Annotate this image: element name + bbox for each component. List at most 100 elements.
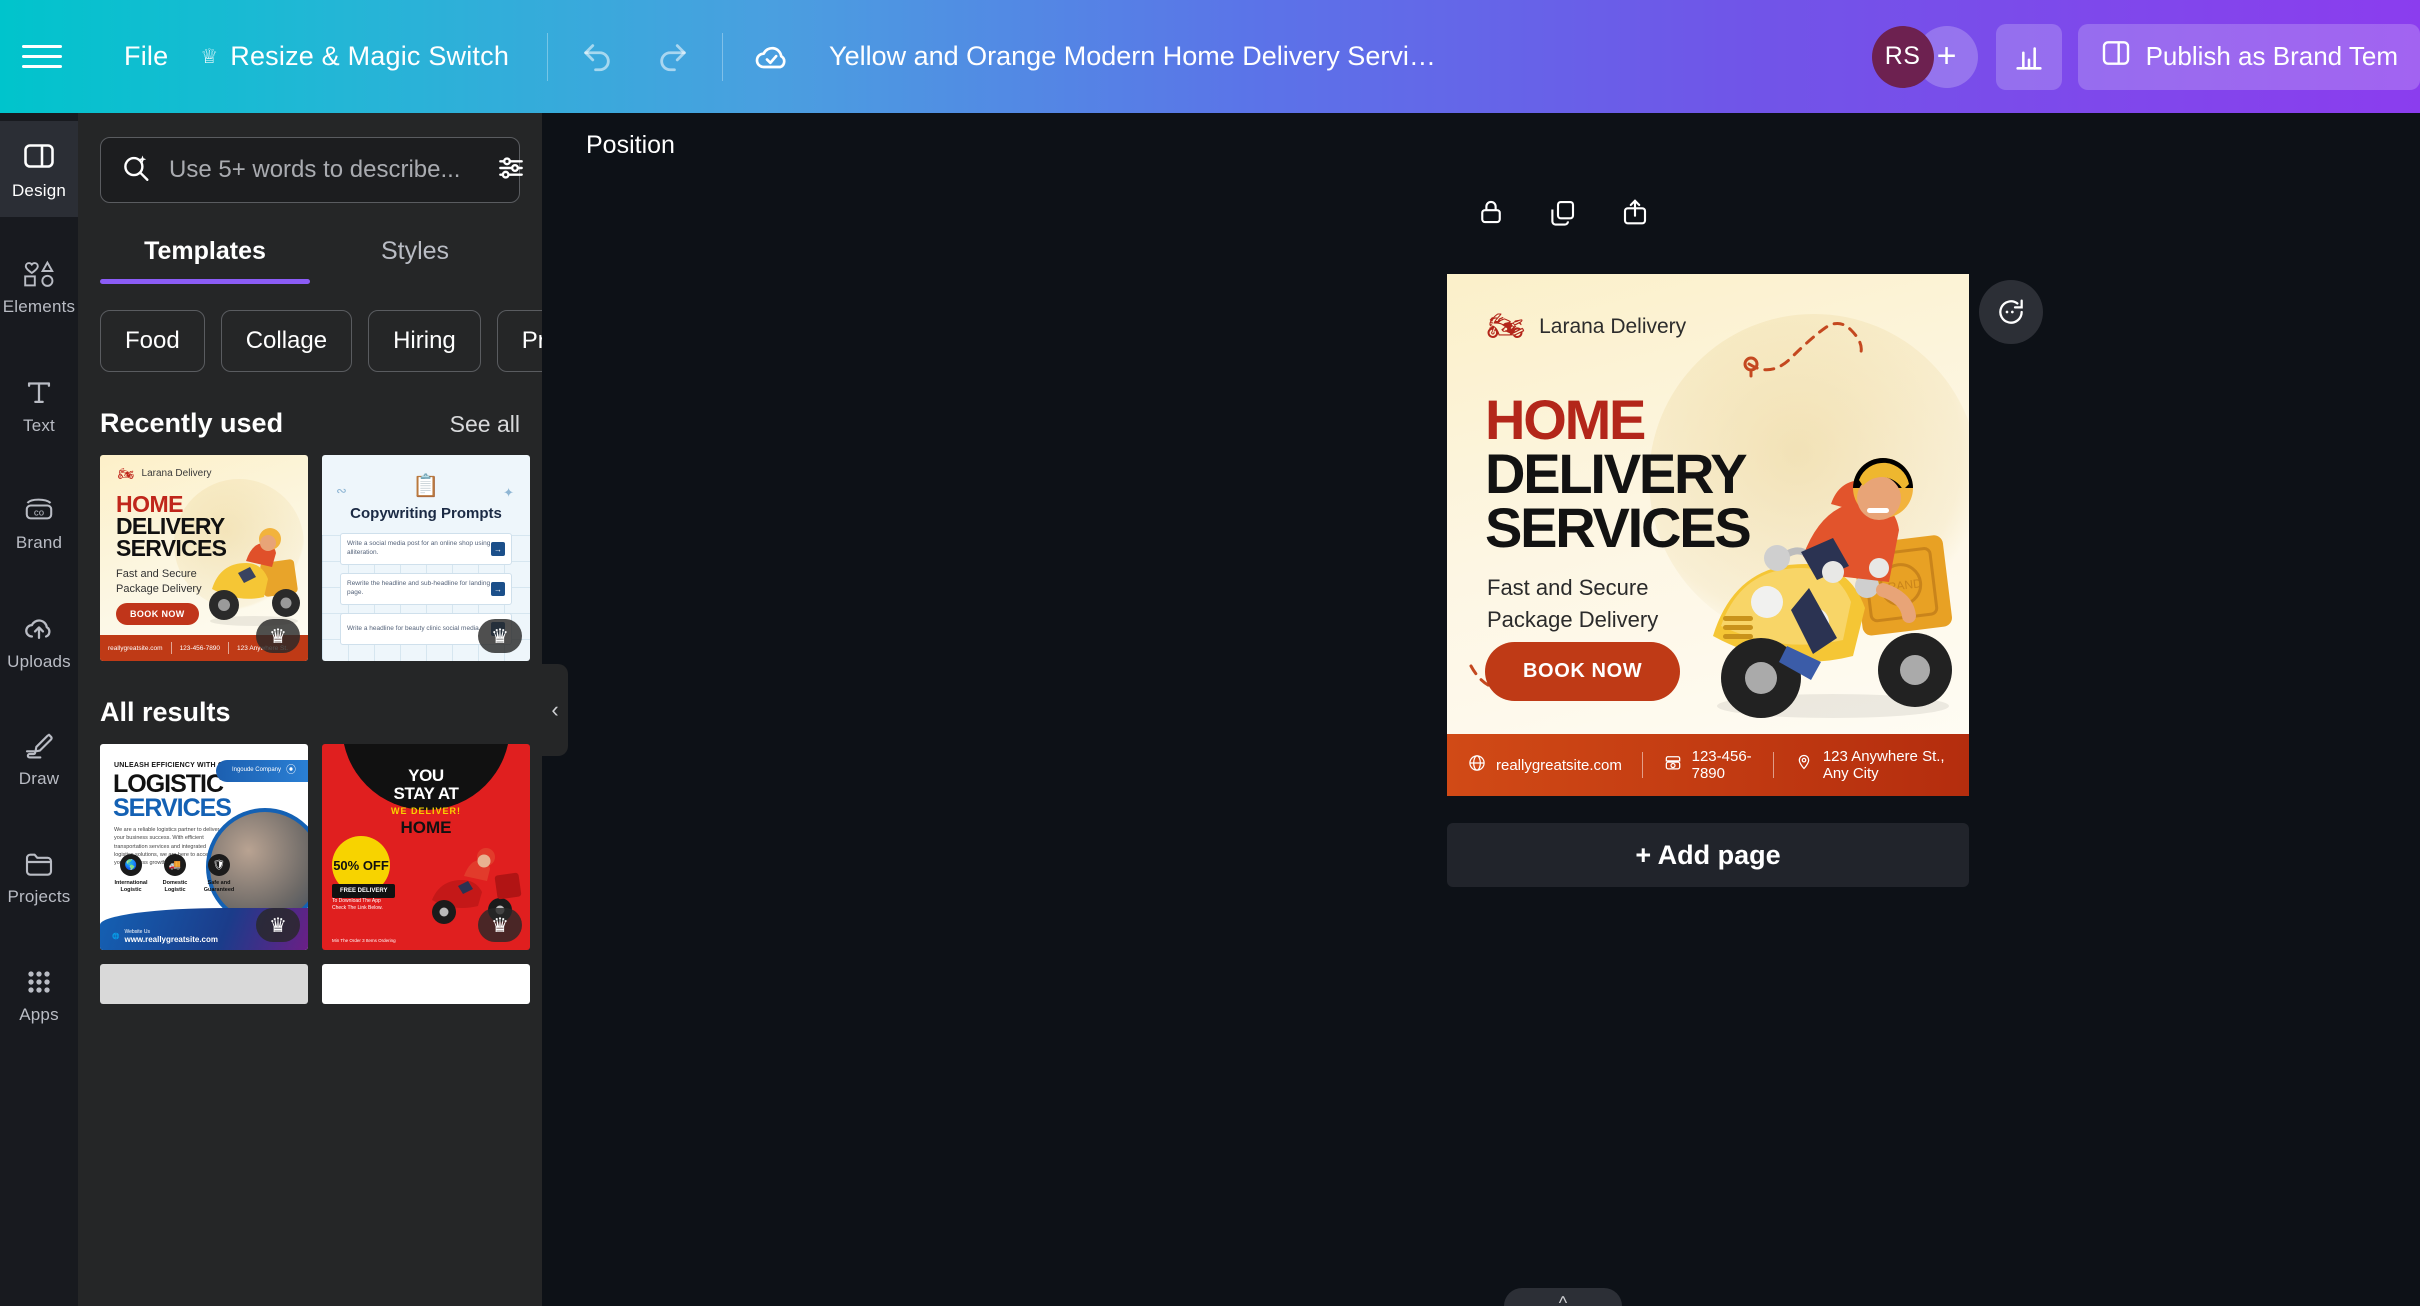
prompt-row: Rewrite the headline and sub-headline fo… [340,573,512,605]
template-thumbnail-copywriting[interactable]: ∾ ✦ 📋 Copywriting Prompts Write a social… [322,455,530,661]
footer-address: 123 Anywhere St., Any City [1774,748,1969,782]
sidebar-item-design[interactable]: Design [0,121,78,217]
panel-tabs: Templates Styles [78,229,542,284]
panel-collapse-handle[interactable]: ‹ [542,663,568,756]
design-canvas[interactable]: 🏍 Larana Delivery HOME DELIVERY SERVICES… [1447,274,1969,796]
hamburger-icon[interactable] [22,36,68,78]
cloud-check-icon[interactable] [745,30,799,84]
crown-icon: ♛ [256,619,300,653]
crown-icon: ♛ [256,908,300,942]
apps-grid-icon [23,966,55,998]
add-page-button[interactable]: + Add page [1447,823,1969,887]
sidebar-item-apps[interactable]: Apps [0,947,78,1043]
footer-website: reallygreatsite.com [1447,753,1642,777]
brand-co-icon: co [21,494,57,526]
category-chips: Food Collage Hiring Product [78,284,542,372]
canvas-viewport: 🏍 Larana Delivery HOME DELIVERY SERVICES… [542,178,2420,1306]
sidebar-item-label: Design [11,180,67,200]
truck-icon: 🚚 [164,854,186,876]
editor-toolbar: Position [542,113,2420,178]
footer-phone: 123-456-7890 [1643,748,1773,782]
sidebar-item-text[interactable]: Text [0,357,78,453]
thumb-headline-3: HOME [400,818,452,837]
feature-item: 🚚 Domestic Logistic [158,854,192,894]
prompt-row: Write a social media post for an online … [340,533,512,565]
tab-templates[interactable]: Templates [100,229,310,284]
clipboard-icon: 📋 [412,473,440,498]
bottom-panel-handle[interactable]: ^ [1504,1288,1622,1306]
resize-magic-switch-button[interactable]: ♕ Resize & Magic Switch [184,31,525,82]
design-layout-icon [21,138,57,174]
design-brand: 🏍 Larana Delivery [1487,312,1686,342]
template-thumbnail-partial[interactable] [322,964,530,1004]
template-thumbnail-stay-home[interactable]: YOU STAY AT WE DELIVER! HOME 50% OFF To … [322,744,530,950]
sidebar-item-projects[interactable]: Projects [0,829,78,925]
search-input[interactable] [169,156,479,184]
magic-search-icon [119,151,153,190]
scooter-logo-icon: 🏍 [1487,310,1526,343]
position-button[interactable]: Position [576,123,685,168]
brand-name: Larana Delivery [1539,315,1687,338]
search-box[interactable] [100,137,523,203]
undo-icon[interactable] [570,30,624,84]
comment-icon[interactable] [1979,280,2043,344]
file-menu-button[interactable]: File [108,31,184,82]
design-cta-button[interactable]: BOOK NOW [1485,642,1681,701]
sidebar-item-label: Uploads [7,651,71,671]
globe-icon: 🌎 [120,854,142,876]
canva-editor-window: File ♕ Resize & Magic Switch Yellow and … [0,0,2420,1306]
crown-icon: ♛ [478,908,522,942]
feature-item: 🛡 Safe and Guaranteed [202,854,236,894]
thumb-headline-1: YOU [408,766,444,785]
lock-icon[interactable] [1469,190,1513,234]
design-background: 🏍 Larana Delivery HOME DELIVERY SERVICES… [1447,274,1969,796]
sidebar-item-elements[interactable]: Elements [0,239,78,335]
bar-chart-icon[interactable] [1995,23,2062,90]
sliders-filter-icon[interactable] [495,152,527,189]
template-thumbnail-logistic[interactable]: UNLEASH EFFICIENCY WITH OUR LOGISTIC SER… [100,744,308,950]
thumb-cta: BOOK NOW [116,603,199,625]
brand-template-icon [2100,37,2132,76]
thumb-subtitle: Fast and Secure Package Delivery [116,568,202,595]
doodle-icon: ∾ [336,483,347,498]
collaborators: RS + [1871,25,1978,88]
recently-used-grid: 🏍 Larana Delivery HOME DELIVERY SERVICES… [78,455,542,661]
phone-icon [1663,753,1683,777]
chip-hiring[interactable]: Hiring [368,310,481,372]
thumb-brand: 🏍 Larana Delivery [118,466,212,481]
redo-icon[interactable] [646,30,700,84]
feature-item: 🌎 International Logistic [114,854,148,894]
left-rail: Design Elements Text co Brand Uploads Dr… [0,113,78,1306]
sidebar-item-draw[interactable]: Draw [0,711,78,807]
cloud-upload-icon [21,611,57,645]
sidebar-item-label: Elements [2,296,76,316]
duplicate-icon[interactable] [1541,190,1585,234]
export-icon[interactable] [1613,190,1657,234]
shield-icon: 🛡 [208,854,230,876]
all-results-grid-row-partial [78,950,542,1004]
tab-styles[interactable]: Styles [310,229,520,284]
doodle-icon: ✦ [503,485,514,500]
publish-as-brand-template-button[interactable]: Publish as Brand Tem [2077,23,2420,90]
arrow-right-icon: → [491,542,505,556]
arrow-right-icon: → [491,582,505,596]
search-area [78,137,542,203]
avatar[interactable]: RS [1871,25,1934,88]
sidebar-item-brand[interactable]: co Brand [0,475,78,571]
pen-draw-icon [21,730,57,762]
thumb-headline-2: STAY AT [393,784,459,803]
sidebar-item-label: Draw [18,768,60,788]
chip-collage[interactable]: Collage [220,310,353,372]
document-title[interactable]: Yellow and Orange Modern Home Delivery S… [829,41,1439,72]
see-all-link[interactable]: See all [450,411,520,438]
chip-food[interactable]: Food [100,310,205,372]
divider [722,32,724,81]
template-thumbnail-partial[interactable] [100,964,308,1004]
template-thumbnail-home-delivery[interactable]: 🏍 Larana Delivery HOME DELIVERY SERVICES… [100,455,308,661]
sidebar-item-label: Apps [19,1004,59,1024]
scooter-illustration: BRAND [1713,458,1952,718]
recently-used-header: Recently used See all [78,372,542,455]
chip-product[interactable]: Product [496,310,542,372]
thumb-small-print: Min The Order 3 Items Ordering [332,937,396,943]
sidebar-item-uploads[interactable]: Uploads [0,593,78,689]
